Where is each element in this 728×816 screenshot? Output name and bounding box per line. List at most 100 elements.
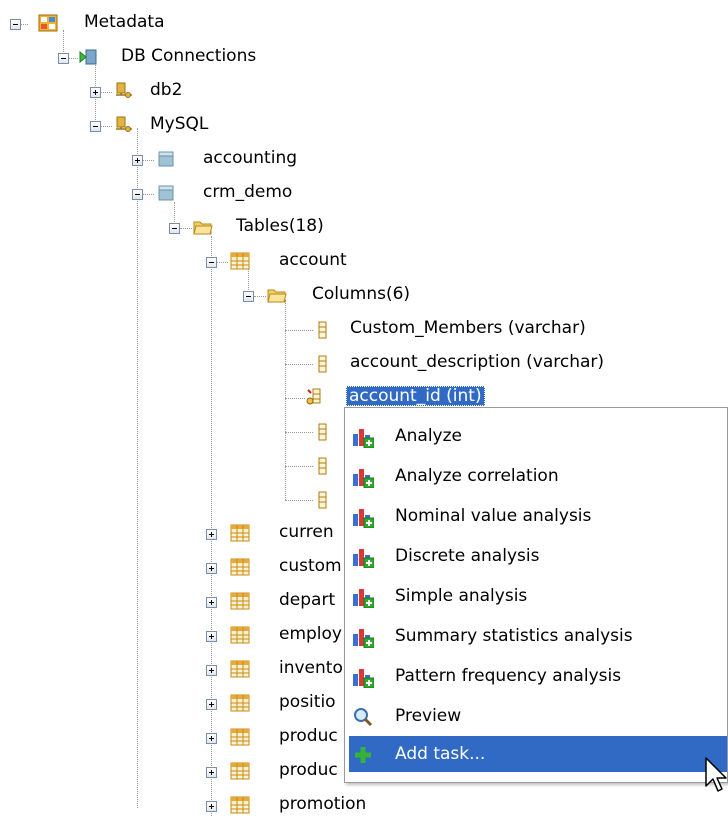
tree-node-column[interactable]: Custom_Members (varchar)	[350, 318, 586, 338]
expand-toggle[interactable]	[206, 529, 217, 540]
column-icon	[313, 320, 333, 340]
analysis-chart-icon	[352, 426, 374, 448]
tree-guide	[285, 466, 313, 467]
folder-open-icon	[193, 217, 213, 237]
tree-guide	[211, 236, 212, 816]
table-icon	[230, 795, 250, 815]
tree-node-db-connections[interactable]: DB Connections	[121, 46, 256, 66]
column-icon	[313, 354, 333, 374]
analysis-chart-icon	[352, 586, 374, 608]
expand-toggle[interactable]	[206, 767, 217, 778]
tree-guide	[285, 398, 305, 399]
collapse-toggle[interactable]	[206, 257, 217, 268]
menu-item-simple-analysis[interactable]: Simple analysis	[349, 578, 727, 614]
collapse-toggle[interactable]	[169, 223, 180, 234]
tree-node-crm-demo[interactable]: crm_demo	[203, 182, 292, 202]
tree-node-table[interactable]: produc	[279, 760, 338, 780]
tree-node-tables[interactable]: Tables(18)	[236, 216, 324, 236]
tree-node-mysql[interactable]: MySQL	[150, 114, 208, 134]
menu-item-analyze[interactable]: Analyze	[349, 418, 727, 454]
collapse-toggle[interactable]	[132, 189, 143, 200]
tree-guide	[100, 92, 112, 93]
expand-toggle[interactable]	[206, 563, 217, 574]
menu-item-label: Analyze	[395, 426, 462, 446]
menu-item-label: Add task...	[395, 744, 486, 764]
tree-node-table[interactable]: employ	[279, 624, 342, 644]
tree-guide	[68, 58, 78, 59]
mouse-pointer-icon	[705, 757, 727, 792]
collapse-toggle[interactable]	[243, 291, 254, 302]
menu-item-nominal-value-analysis[interactable]: Nominal value analysis	[349, 498, 727, 534]
tree-guide	[254, 296, 266, 297]
tree-node-table[interactable]: promotion	[279, 794, 366, 814]
tree-node-column-selected[interactable]: account_id (int)	[346, 386, 485, 406]
tree-node-columns[interactable]: Columns(6)	[312, 284, 410, 304]
tree-guide	[285, 432, 313, 433]
database-icon	[156, 149, 176, 169]
menu-item-preview[interactable]: Preview	[349, 698, 727, 734]
tree-guide	[142, 194, 154, 195]
connection-icon	[114, 115, 134, 135]
expand-toggle[interactable]	[206, 801, 217, 812]
expand-toggle[interactable]	[206, 733, 217, 744]
expand-toggle[interactable]	[206, 699, 217, 710]
tree-guide	[180, 228, 192, 229]
tree-guide	[285, 330, 313, 331]
expand-toggle[interactable]	[132, 155, 143, 166]
tree-node-table[interactable]: positio	[279, 692, 336, 712]
table-icon	[230, 625, 250, 645]
db-connections-icon	[78, 47, 98, 67]
tree-node-column[interactable]: account_description (varchar)	[350, 352, 604, 372]
analysis-chart-icon	[352, 546, 374, 568]
collapse-toggle[interactable]	[90, 121, 101, 132]
expand-toggle[interactable]	[206, 597, 217, 608]
table-icon	[230, 693, 250, 713]
menu-item-label: Preview	[395, 706, 462, 726]
connection-icon	[114, 81, 134, 101]
tree-guide	[20, 24, 28, 25]
tree-node-table[interactable]: curren	[279, 522, 334, 542]
tree-node-table[interactable]: produc	[279, 726, 338, 746]
analysis-chart-icon	[352, 466, 374, 488]
metadata-icon	[38, 13, 58, 33]
analysis-chart-icon	[352, 666, 374, 688]
collapse-toggle[interactable]	[58, 53, 69, 64]
folder-open-icon	[267, 285, 287, 305]
collapse-toggle[interactable]	[10, 19, 21, 30]
expand-toggle[interactable]	[206, 665, 217, 676]
menu-item-analyze-correlation[interactable]: Analyze correlation	[349, 458, 727, 494]
analysis-chart-icon	[352, 506, 374, 528]
tree-node-table[interactable]: custom	[279, 556, 342, 576]
database-icon	[156, 183, 176, 203]
menu-item-discrete-analysis[interactable]: Discrete analysis	[349, 538, 727, 574]
table-icon	[230, 727, 250, 747]
menu-item-label: Nominal value analysis	[395, 506, 592, 526]
tree-node-table[interactable]: depart	[279, 590, 335, 610]
tree-guide	[142, 160, 154, 161]
tree-node-table[interactable]: invento	[279, 658, 343, 678]
column-icon	[313, 490, 333, 510]
tree-node-db2[interactable]: db2	[150, 80, 182, 100]
tree-guide	[285, 500, 313, 501]
menu-item-label: Analyze correlation	[395, 466, 559, 486]
menu-item-pattern-frequency-analysis[interactable]: Pattern frequency analysis	[349, 658, 727, 694]
menu-item-summary-statistics-analysis[interactable]: Summary statistics analysis	[349, 618, 727, 654]
table-icon	[230, 591, 250, 611]
menu-item-label: Pattern frequency analysis	[395, 666, 622, 686]
primary-key-column-icon	[305, 387, 325, 407]
table-icon	[230, 523, 250, 543]
menu-item-add-task[interactable]: Add task...	[349, 736, 727, 772]
expand-toggle[interactable]	[206, 631, 217, 642]
tree-node-account[interactable]: account	[279, 250, 347, 270]
table-icon	[230, 251, 250, 271]
magnifier-icon	[352, 706, 374, 728]
table-icon	[230, 761, 250, 781]
tree-guide	[100, 126, 112, 127]
tree-node-accounting[interactable]: accounting	[203, 148, 297, 168]
expand-toggle[interactable]	[90, 87, 101, 98]
analysis-chart-icon	[352, 626, 374, 648]
tree-node-metadata[interactable]: Metadata	[84, 12, 165, 32]
table-icon	[230, 659, 250, 679]
column-icon	[313, 422, 333, 442]
plus-icon	[352, 744, 374, 766]
